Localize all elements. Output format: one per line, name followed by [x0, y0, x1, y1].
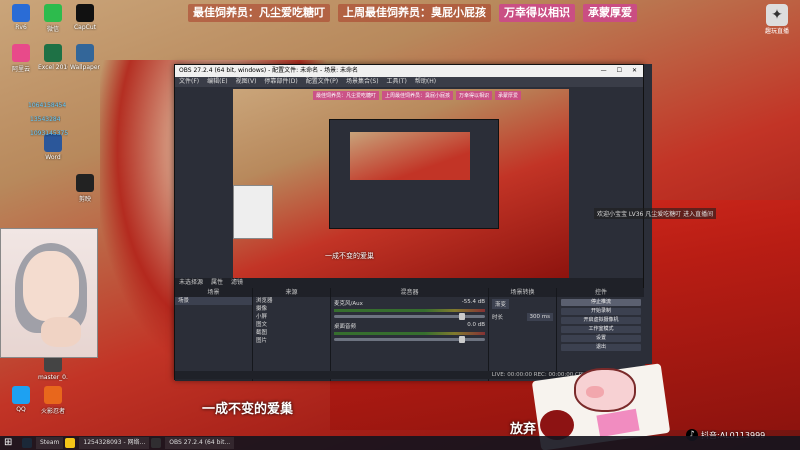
nested-obs-capture	[329, 119, 499, 229]
source-item[interactable]: 浏览器	[253, 297, 330, 305]
source-item[interactable]: 图文	[253, 321, 330, 329]
sources-dock: 来源 浏览器 摄像 小屏 图文 截图 图片 + − ⚙	[253, 288, 331, 381]
banner-tag: 万幸得以相识	[499, 4, 575, 22]
wallpaper-icon	[76, 44, 94, 62]
taskbar-task-obs[interactable]: OBS 27.2.4 (64 bit...	[165, 437, 235, 449]
obs-icon[interactable]	[151, 438, 162, 448]
duration-input[interactable]: 300 ms	[526, 313, 553, 321]
top-banner: 最佳饲养员：凡尘爱吃糖叮 上周最佳饲养员：臭屁小屁孩 万幸得以相识 承蒙厚爱	[188, 4, 637, 22]
virtual-camera-button[interactable]: 开启虚拟摄像机	[561, 317, 641, 324]
volume-slider[interactable]	[334, 313, 485, 320]
properties-button[interactable]: 属性	[211, 278, 223, 288]
desktop-icon-word[interactable]: Word	[38, 134, 68, 161]
mixer-channel: 桌面音频 0.0 dB	[331, 320, 488, 343]
excel-icon	[44, 44, 62, 62]
bird-icon: ✦	[766, 4, 788, 26]
mixer-channel: 麦克风/Aux -55.4 dB	[331, 297, 488, 320]
chat-message: 欢迎小宝宝 LV36 凡尘爱吃糖叮 进入直播间	[594, 208, 717, 219]
volume-meter	[334, 309, 485, 312]
volume-meter	[334, 332, 485, 335]
source-toolbar: 未选择源 属性 滤镜	[175, 278, 643, 288]
desktop-number: 1064158454	[28, 102, 67, 109]
desktop-icon-wechat[interactable]: 微信	[38, 4, 68, 33]
start-recording-button[interactable]: 开始录制	[561, 308, 641, 315]
volume-slider[interactable]	[334, 336, 485, 343]
banner-last-week: 上周最佳饲养员：臭屁小屁孩	[338, 4, 491, 22]
settings-button[interactable]: 设置	[561, 335, 641, 342]
desktop-icon-qq[interactable]: QQ	[6, 386, 36, 413]
app-icon[interactable]	[65, 438, 76, 448]
stop-streaming-button[interactable]: 停止推流	[561, 299, 641, 306]
menu-docks[interactable]: 停靠部件(D)	[264, 77, 297, 87]
game-icon	[44, 386, 62, 404]
menu-help[interactable]: 帮助(H)	[415, 77, 436, 87]
windows-start-icon[interactable]: ⊞	[4, 437, 16, 449]
obs-window: OBS 27.2.4 (64 bit, windows) - 配置文件: 未命名…	[174, 64, 645, 381]
banner-tag: 承蒙厚爱	[583, 4, 637, 22]
menu-profile[interactable]: 配置文件(P)	[306, 77, 338, 87]
transitions-dock: 场景转换 渐变 时长 300 ms	[489, 288, 557, 381]
pig-icon	[574, 368, 636, 412]
scene-item[interactable]: 场景	[175, 297, 252, 305]
steam-icon[interactable]	[22, 438, 32, 448]
menu-scene-collection[interactable]: 场景集合(S)	[346, 77, 379, 87]
desktop-icon-excel[interactable]: Excel 2016	[38, 44, 68, 71]
studio-mode-button[interactable]: 工作室模式	[561, 326, 641, 333]
stream-caption-right: 放弃	[510, 422, 537, 437]
source-item[interactable]: 截图	[253, 329, 330, 337]
desktop-icon-wallpaper[interactable]: Wallpaper	[70, 44, 100, 71]
capcut-icon	[76, 4, 94, 22]
webcam-overlay	[0, 228, 98, 358]
desktop-number: 1093145375	[30, 130, 69, 137]
source-item[interactable]: 摄像	[253, 305, 330, 313]
menu-edit[interactable]: 编辑(E)	[207, 77, 227, 87]
desktop-icon-naruto[interactable]: 火影忍者	[38, 386, 68, 415]
app-shortcut[interactable]: ✦ 趣玩直播	[764, 4, 790, 42]
desktop-icon-master[interactable]: master_0...	[38, 354, 68, 381]
window-title: OBS 27.2.4 (64 bit, windows) - 配置文件: 未命名…	[179, 67, 359, 74]
preview-webcam	[233, 185, 273, 239]
menu-tools[interactable]: 工具(T)	[387, 77, 407, 87]
minimize-icon[interactable]: —	[601, 65, 607, 77]
exit-button[interactable]: 退出	[561, 344, 641, 351]
scenes-dock: 场景 场景 + − ⌃ ⌄	[175, 288, 253, 381]
app-icon	[12, 4, 30, 22]
taskbar-task-browser[interactable]: 1254328093 - 网络...	[79, 437, 150, 449]
close-icon[interactable]: ✕	[632, 65, 637, 77]
desktop-number: 13543284	[30, 116, 61, 123]
transition-select[interactable]: 渐变	[492, 299, 510, 309]
menu-file[interactable]: 文件(F)	[179, 77, 199, 87]
filters-button[interactable]: 滤镜	[231, 278, 243, 288]
preview-caption: 一成不变的爱巢	[325, 252, 374, 260]
desktop-icon-capcut[interactable]: CapCut	[70, 4, 100, 31]
desktop-icon-rv6[interactable]: Rv6	[6, 4, 36, 31]
taskbar: ⊞ Steam 1254328093 - 网络... OBS 27.2.4 (6…	[0, 436, 800, 450]
qq-icon	[12, 386, 30, 404]
desktop-icon-aliyun[interactable]: 阿里云	[6, 44, 36, 73]
taskbar-task-steam[interactable]: Steam	[36, 437, 64, 449]
audio-mixer-dock: 混音器 麦克风/Aux -55.4 dB 桌面音频 0.0 dB	[331, 288, 489, 381]
stream-caption: 一成不变的爱巢	[202, 402, 294, 417]
banner-best-feeder: 最佳饲养员：凡尘爱吃糖叮	[188, 4, 330, 22]
obs-menubar: 文件(F) 编辑(E) 视图(V) 停靠部件(D) 配置文件(P) 场景集合(S…	[175, 77, 643, 87]
app-icon	[12, 44, 30, 62]
source-item[interactable]: 小屏	[253, 313, 330, 321]
obs-titlebar[interactable]: OBS 27.2.4 (64 bit, windows) - 配置文件: 未命名…	[175, 65, 643, 77]
jianying-icon	[76, 174, 94, 192]
obs-preview[interactable]: 最佳饲养员：凡尘爱吃糖叮 上周最佳饲养员：臭屁小屁孩 万幸得以相识 承蒙厚爱 一…	[233, 89, 569, 278]
menu-view[interactable]: 视图(V)	[236, 77, 257, 87]
desktop-icon-jianying[interactable]: 剪映	[70, 174, 100, 203]
source-item[interactable]: 图片	[253, 337, 330, 345]
maximize-icon[interactable]: ☐	[617, 65, 622, 77]
wechat-icon	[44, 4, 62, 22]
